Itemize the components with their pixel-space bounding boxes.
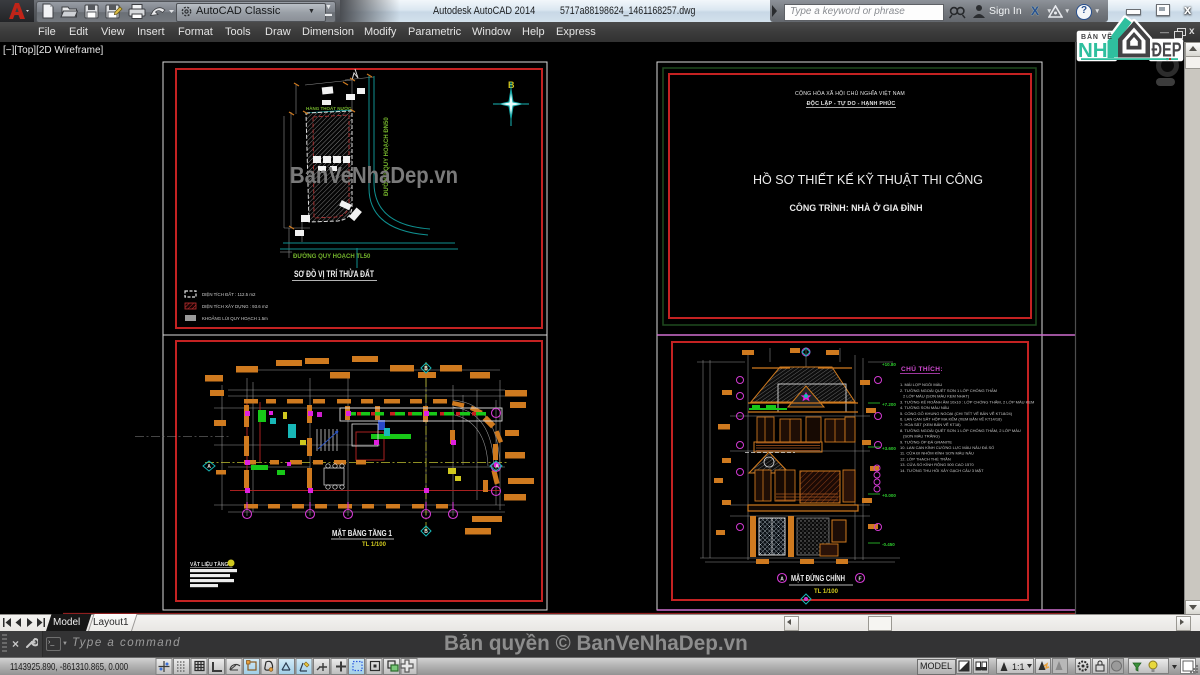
- svg-text:HỒ SƠ THIẾT KẾ KỸ THUẬT THI CÔ: HỒ SƠ THIẾT KẾ KỸ THUẬT THI CÔNG: [753, 172, 983, 187]
- svg-text:5. CỔNG GỖ KHUNG NGOẠI (CHI TI: 5. CỔNG GỖ KHUNG NGOẠI (CHI TIẾT VẼ BẢN …: [900, 411, 1013, 416]
- svg-text:B: B: [424, 529, 428, 535]
- svg-text:2. TƯỜNG NGOÀI QUÉT SƠN 1 LỚP: 2. TƯỜNG NGOÀI QUÉT SƠN 1 LỚP CHỐNG THẤM: [900, 388, 997, 393]
- svg-text:F: F: [858, 577, 861, 583]
- svg-text:ĐỘC LẬP - TỰ DO - HẠNH PHÚC: ĐỘC LẬP - TỰ DO - HẠNH PHÚC: [807, 99, 896, 107]
- svg-text:A: A: [495, 464, 499, 470]
- svg-text:14. TƯỜNG THU HỒI XÂY GẠCH CÂU: 14. TƯỜNG THU HỒI XÂY GẠCH CÂU 3 MẶT: [900, 468, 984, 473]
- svg-text:B: B: [424, 366, 428, 372]
- svg-text:+7.200: +7.200: [882, 402, 896, 407]
- svg-text:MẶT BẰNG TẦNG 1: MẶT BẰNG TẦNG 1: [332, 528, 393, 538]
- svg-text:DIỆN TÍCH XÂY DỰNG : 93.6 m2: DIỆN TÍCH XÂY DỰNG : 93.6 m2: [202, 304, 269, 309]
- svg-text:7. HOA SẮT (XEM BẢN VẼ KT18): 7. HOA SẮT (XEM BẢN VẼ KT18): [900, 422, 961, 427]
- svg-text:13. CỬA SỔ KÍNH RỘNG 500 CAO 1: 13. CỬA SỔ KÍNH RỘNG 500 CAO 1570: [900, 462, 974, 467]
- svg-text:TL 1/100: TL 1/100: [814, 589, 839, 595]
- svg-text:CHÚ THÍCH:: CHÚ THÍCH:: [901, 364, 943, 373]
- svg-text:TL 1/100: TL 1/100: [362, 542, 387, 548]
- svg-text:CÔNG TRÌNH: NHÀ Ở GIA ĐÌNH: CÔNG TRÌNH: NHÀ Ở GIA ĐÌNH: [790, 202, 923, 214]
- svg-text:4. TƯỜNG SƠN MÀU NÂU: 4. TƯỜNG SƠN MÀU NÂU: [900, 405, 949, 410]
- svg-text:6. LAN CAN SẮT HỘP MẠ KẼM (XEM: 6. LAN CAN SẮT HỘP MẠ KẼM (XEM BẢN VẼ KT…: [900, 417, 1002, 422]
- svg-text:11. CỬA ĐI NHÔM KÍNH SƠN MÀU N: 11. CỬA ĐI NHÔM KÍNH SƠN MÀU NÂU: [900, 451, 974, 456]
- svg-text:SƠ ĐỒ VỊ TRÍ THỬA ĐẤT: SƠ ĐỒ VỊ TRÍ THỬA ĐẤT: [294, 268, 374, 279]
- svg-text:1:1: 1:1: [1012, 662, 1025, 672]
- svg-text:DIỆN TÍCH ĐẤT : 112.5 m2: DIỆN TÍCH ĐẤT : 112.5 m2: [202, 292, 256, 297]
- svg-text:HÀNG THOÁT NƯỚC: HÀNG THOÁT NƯỚC: [306, 104, 352, 111]
- svg-text:+3.600: +3.600: [882, 446, 896, 451]
- svg-text:ĐƯỜNG QUY HOẠCH TL50: ĐƯỜNG QUY HOẠCH TL50: [293, 252, 371, 260]
- svg-text:9. TƯỜNG ỐP ĐÁ GRANITE: 9. TƯỜNG ỐP ĐÁ GRANITE: [900, 439, 952, 444]
- svg-text:2 LỚP MÀU (SƠN MÀU KEM NHẠT): 2 LỚP MÀU (SƠN MÀU KEM NHẠT): [903, 394, 970, 399]
- svg-text:CỘNG HÒA XÃ HỘI CHỦ NGHĨA VIỆT: CỘNG HÒA XÃ HỘI CHỦ NGHĨA VIỆT NAM: [795, 89, 905, 97]
- svg-text:12. LỚP THẠCH THỂ TRẦN: 12. LỚP THẠCH THỂ TRẦN: [900, 456, 951, 461]
- svg-text:10. LAN CAN KÍNH CƯỜNG LỰC MÀU: 10. LAN CAN KÍNH CƯỜNG LỰC MÀU NÂU ĐÁ SỐ: [900, 445, 994, 450]
- svg-text:8. TƯỜNG NGOÀI QUÉT SƠN 1 LỚP: 8. TƯỜNG NGOÀI QUÉT SƠN 1 LỚP CHỐNG THẤM…: [900, 428, 1021, 433]
- svg-text:-0.450: -0.450: [882, 542, 895, 547]
- svg-text:(SƠN MÀU TRẮNG): (SƠN MÀU TRẮNG): [903, 434, 940, 439]
- svg-text:3. TƯỜNG KẺ ROĂNH ÂM 10x10 : L: 3. TƯỜNG KẺ ROĂNH ÂM 10x10 : LỚP CHỐNG T…: [900, 399, 1034, 404]
- svg-text:+0.000: +0.000: [882, 493, 896, 498]
- svg-text:BanVeNhaDep.vn: BanVeNhaDep.vn: [290, 162, 458, 188]
- svg-text:VẬT LIỆU TẦNG 1: VẬT LIỆU TẦNG 1: [190, 560, 233, 568]
- svg-text:A: A: [207, 464, 211, 470]
- svg-text:1. MÁI LỢP NGÓI MÀU: 1. MÁI LỢP NGÓI MÀU: [900, 382, 942, 387]
- svg-text:+10.80: +10.80: [882, 362, 896, 367]
- svg-text:KHOẢNG LÙI QUY HOẠCH 1.5m: KHOẢNG LÙI QUY HOẠCH 1.5m: [202, 316, 268, 321]
- svg-text:MẶT ĐỨNG CHÍNH: MẶT ĐỨNG CHÍNH: [791, 574, 845, 583]
- svg-text:A: A: [780, 577, 784, 583]
